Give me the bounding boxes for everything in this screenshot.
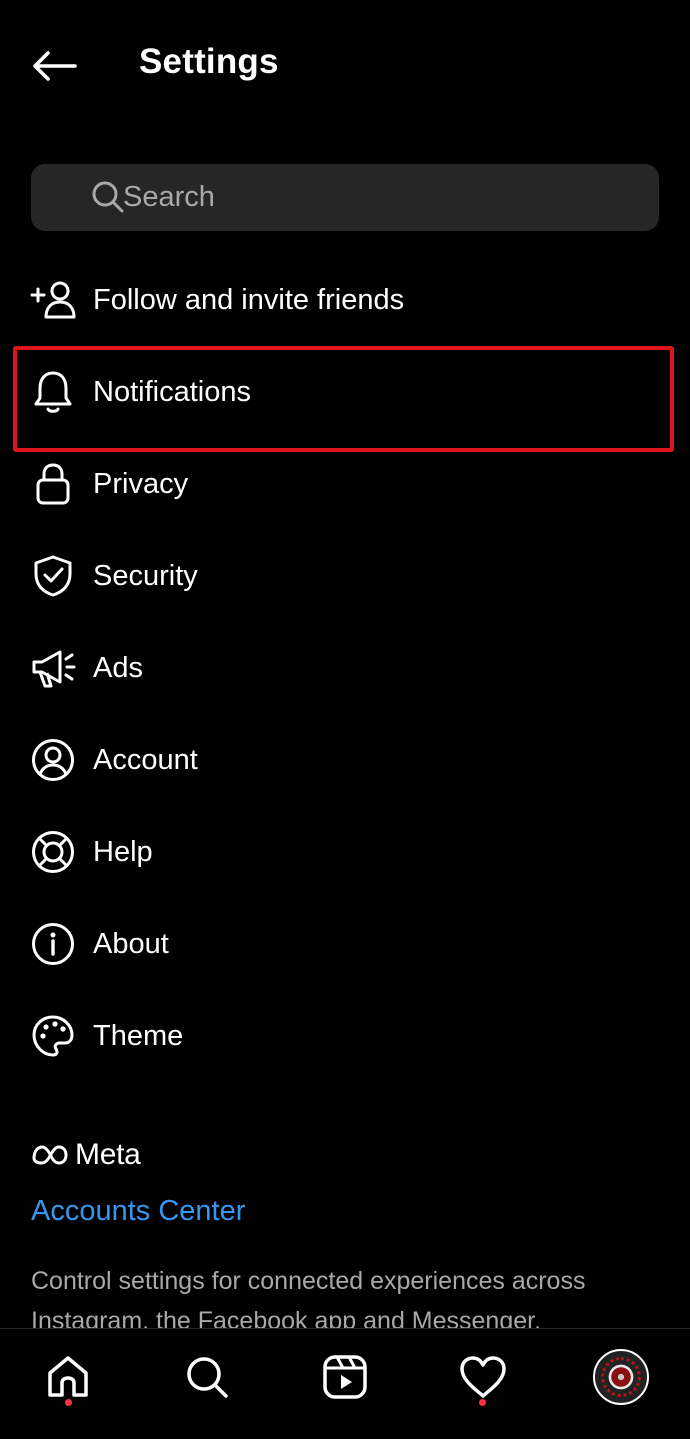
heart-icon <box>460 1356 506 1398</box>
menu-item-label: Ads <box>93 651 143 684</box>
home-icon <box>48 1356 88 1397</box>
header: Settings <box>0 0 690 130</box>
nav-search-button[interactable] <box>177 1347 237 1407</box>
nav-home-button[interactable] <box>38 1347 98 1407</box>
search-input[interactable] <box>123 164 643 231</box>
page-title: Settings <box>139 42 279 81</box>
bell-icon <box>30 369 76 415</box>
shield-check-icon <box>30 553 76 599</box>
info-icon <box>30 921 76 967</box>
menu-item-label: Follow and invite friends <box>93 283 405 316</box>
settings-menu: Follow and invite friends Notifications … <box>0 254 690 1082</box>
back-button[interactable] <box>28 44 80 88</box>
menu-item-label: Notifications <box>93 375 251 408</box>
search-icon <box>187 1357 228 1398</box>
menu-item-theme[interactable]: Theme <box>0 990 690 1082</box>
arrow-left-icon <box>33 51 77 81</box>
reels-icon <box>323 1355 367 1399</box>
meta-brand-text: Meta <box>75 1138 141 1171</box>
menu-item-account[interactable]: Account <box>0 714 690 806</box>
menu-item-about[interactable]: About <box>0 898 690 990</box>
search-icon <box>92 181 124 213</box>
menu-item-label: Theme <box>93 1019 184 1052</box>
menu-item-label: About <box>93 927 169 960</box>
menu-item-security[interactable]: Security <box>0 530 690 622</box>
bottom-navigation <box>0 1328 690 1439</box>
lock-icon <box>30 461 76 507</box>
meta-infinity-icon <box>32 1145 68 1165</box>
add-person-icon <box>30 277 76 323</box>
menu-item-privacy[interactable]: Privacy <box>0 438 690 530</box>
menu-item-follow-invite[interactable]: Follow and invite friends <box>0 254 690 346</box>
search-bar[interactable] <box>31 164 659 231</box>
palette-icon <box>30 1013 76 1059</box>
accounts-center-link[interactable]: Accounts Center <box>31 1195 245 1228</box>
meta-logo: Meta <box>31 1137 141 1173</box>
lifebuoy-icon <box>30 829 76 875</box>
menu-item-help[interactable]: Help <box>0 806 690 898</box>
nav-activity-button[interactable] <box>453 1347 513 1407</box>
menu-item-notifications[interactable]: Notifications <box>0 346 690 452</box>
activity-notification-dot <box>479 1399 486 1406</box>
nav-reels-button[interactable] <box>315 1347 375 1407</box>
menu-item-label: Account <box>93 743 198 776</box>
menu-item-label: Privacy <box>93 467 189 500</box>
menu-item-label: Help <box>93 835 153 868</box>
menu-item-label: Security <box>93 559 198 592</box>
megaphone-icon <box>30 645 76 691</box>
account-icon <box>30 737 76 783</box>
avatar <box>593 1349 649 1405</box>
menu-item-ads[interactable]: Ads <box>0 622 690 714</box>
nav-profile-button[interactable] <box>591 1347 651 1407</box>
home-notification-dot <box>65 1399 72 1406</box>
